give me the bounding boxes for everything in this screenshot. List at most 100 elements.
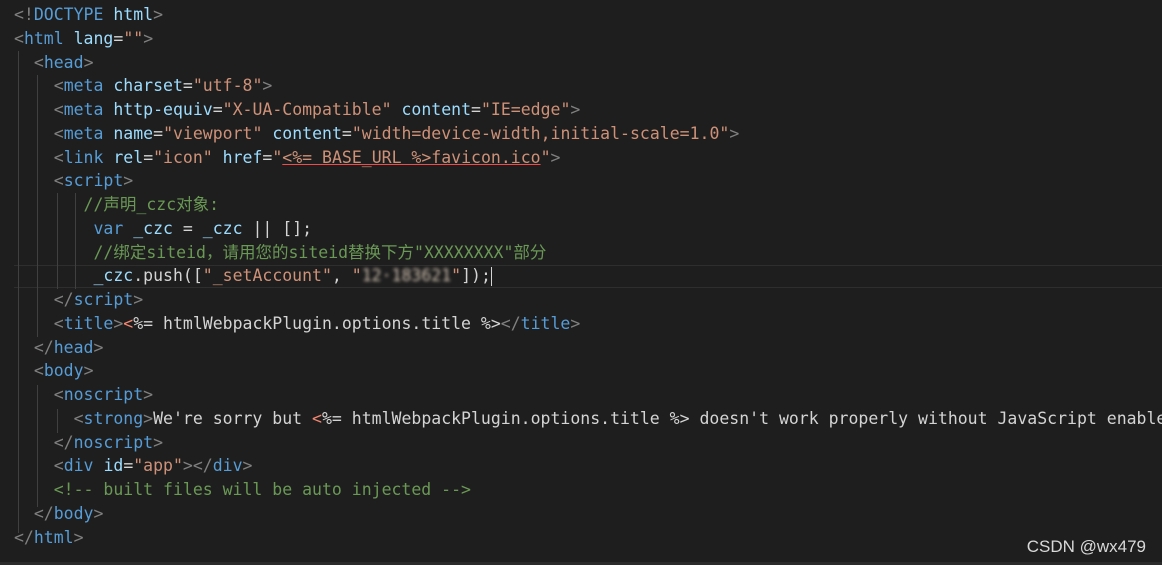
text-cursor	[490, 267, 492, 287]
code-line[interactable]: <title><%= htmlWebpackPlugin.options.tit…	[0, 312, 1162, 336]
code-token: %= htmlWebpackPlugin.options.title %> do…	[321, 408, 1162, 428]
code-editor[interactable]: <!DOCTYPE html> <html lang=""> <head> <me…	[0, 0, 1162, 565]
code-token: >	[113, 313, 124, 333]
code-token: <	[53, 456, 64, 476]
code-token: <!	[14, 5, 34, 24]
code-token: link	[63, 147, 104, 167]
code-line[interactable]: <noscript>	[0, 383, 1162, 407]
code-token: "utf-8"	[192, 76, 263, 96]
code-token: href	[222, 147, 263, 167]
code-line[interactable]: <html lang="">	[0, 27, 1162, 51]
code-token: >	[242, 456, 253, 476]
code-token: meta	[63, 100, 104, 119]
code-token: >	[83, 361, 94, 381]
code-token: <	[53, 385, 64, 404]
code-token: noscript	[63, 385, 144, 404]
code-line[interactable]: var _czc = _czc || [];	[0, 217, 1162, 241]
code-token: content	[272, 123, 342, 143]
code-token: "width=device-width,initial-scale=1.0"	[351, 123, 730, 143]
code-line[interactable]: </head>	[0, 336, 1162, 360]
code-token: noscript	[73, 432, 154, 452]
code-token: lang	[73, 28, 114, 48]
code-token: html	[103, 5, 154, 24]
code-line[interactable]: <link rel="icon" href="<%= BASE_URL %>fa…	[0, 146, 1162, 170]
code-token: rel	[113, 147, 144, 167]
code-token: div	[63, 456, 94, 476]
code-token: title	[520, 313, 571, 333]
code-token: title	[63, 313, 114, 333]
code-line[interactable]: <div id="app"></div>	[0, 454, 1162, 478]
code-token: >	[133, 290, 144, 309]
code-token: </	[500, 313, 521, 333]
redacted-site-id: 12·183621	[361, 266, 452, 286]
code-token: =	[153, 123, 164, 143]
code-token: >	[262, 76, 273, 96]
code-token: >	[93, 337, 104, 357]
code-token: var	[93, 218, 124, 238]
code-token: </	[33, 503, 54, 523]
code-token: =	[172, 218, 203, 238]
code-token: _czc	[202, 218, 243, 238]
code-line[interactable]: <!-- built files will be auto injected -…	[0, 478, 1162, 502]
code-token: We're sorry but	[153, 408, 313, 428]
code-token: >	[93, 503, 104, 523]
code-token: >	[143, 28, 154, 48]
code-token: http-equiv	[113, 100, 213, 119]
code-token: =	[212, 100, 223, 119]
code-line[interactable]: <strong>We're sorry but <%= htmlWebpackP…	[0, 407, 1162, 431]
code-token: html	[33, 527, 74, 547]
code-line[interactable]: //声明_czc对象:	[0, 193, 1162, 217]
code-token: =	[123, 456, 134, 476]
code-token: >	[550, 147, 561, 167]
code-token: div	[212, 456, 243, 476]
code-line[interactable]: </html>	[0, 526, 1162, 550]
code-token: <	[53, 123, 64, 143]
code-token: >	[153, 432, 164, 452]
code-line[interactable]: <body>	[0, 359, 1162, 383]
code-token: =	[471, 100, 481, 119]
code-token: body	[53, 503, 94, 523]
code-token: script	[63, 171, 124, 191]
code-token: content	[401, 100, 472, 119]
code-line[interactable]: <script>	[0, 169, 1162, 193]
code-token: "IE=edge"	[480, 100, 571, 119]
code-line[interactable]: <meta charset="utf-8">	[0, 74, 1162, 98]
code-line[interactable]: </noscript>	[0, 431, 1162, 455]
code-line[interactable]: //绑定siteid，请用您的siteid替换下方"XXXXXXXX"部分	[0, 241, 1162, 265]
code-token: "	[351, 266, 362, 286]
code-token: >	[83, 52, 94, 72]
code-token: >	[153, 5, 164, 24]
code-line[interactable]: <meta name="viewport" content="width=dev…	[0, 122, 1162, 146]
code-token: </	[53, 290, 74, 309]
code-token: "icon"	[153, 147, 213, 167]
code-token: <	[33, 361, 44, 381]
code-line[interactable]: <!DOCTYPE html>	[0, 3, 1162, 27]
code-token: head	[53, 337, 94, 357]
code-token: "	[451, 266, 462, 286]
code-token: =	[143, 147, 154, 167]
code-line[interactable]: _czc.push(["_setAccount", "12·183621"]);	[0, 264, 1162, 288]
code-line[interactable]: </script>	[0, 288, 1162, 312]
code-token: "viewport"	[163, 123, 263, 143]
code-token: %= htmlWebpackPlugin.options.title %>	[133, 313, 501, 333]
code-token: body	[43, 361, 84, 381]
code-token: meta	[63, 123, 104, 143]
code-line[interactable]: <head>	[0, 51, 1162, 75]
code-line[interactable]: <meta http-equiv="X-UA-Compatible" conte…	[0, 98, 1162, 122]
code-token: >	[143, 385, 154, 404]
code-token: <	[53, 100, 64, 119]
code-line[interactable]: </body>	[0, 502, 1162, 526]
code-token: <	[53, 313, 64, 333]
